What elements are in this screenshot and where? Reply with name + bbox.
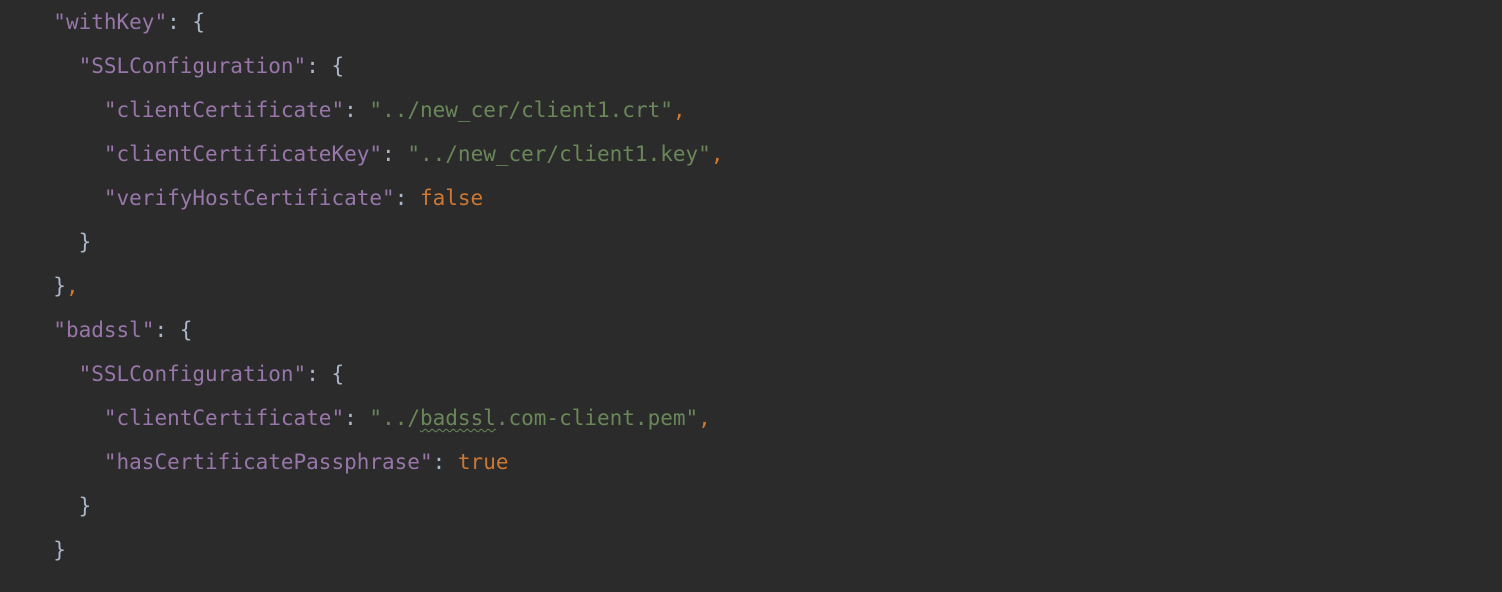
code-line: "clientCertificateKey": "../new_cer/clie…: [28, 142, 723, 166]
code-token: :: [395, 186, 420, 210]
code-token: "SSLConfiguration": [79, 362, 307, 386]
code-token-part: .com-client.pem: [496, 406, 686, 430]
code-token-text: clientCertificate: [117, 406, 332, 430]
code-token: ,: [711, 142, 724, 166]
code-token: :: [344, 406, 369, 430]
code-token: : {: [306, 362, 344, 386]
code-token-text: withKey: [66, 10, 155, 34]
code-token: :: [433, 450, 458, 474]
code-token-text: hasCertificatePassphrase: [117, 450, 420, 474]
code-token: "hasCertificatePassphrase": [104, 450, 433, 474]
code-token: "badssl": [53, 318, 154, 342]
code-token-part: ../: [382, 406, 420, 430]
code-token: false: [420, 186, 483, 210]
code-line: }: [28, 538, 66, 562]
code-token: : {: [306, 54, 344, 78]
code-line: "withKey": {: [28, 10, 205, 34]
code-token: ,: [66, 274, 79, 298]
code-token-text: SSLConfiguration: [91, 54, 293, 78]
code-line: }: [28, 494, 91, 518]
code-token: "clientCertificate": [104, 406, 344, 430]
code-token: "SSLConfiguration": [79, 54, 307, 78]
code-line: "clientCertificate": "../new_cer/client1…: [28, 98, 686, 122]
code-token-text: true: [458, 450, 509, 474]
code-line: }: [28, 230, 91, 254]
code-token-text: ../new_cer/client1.key: [420, 142, 698, 166]
code-token: : {: [167, 10, 205, 34]
code-token: ,: [698, 406, 711, 430]
code-token: }: [53, 538, 66, 562]
code-token-text: false: [420, 186, 483, 210]
code-token-text: verifyHostCertificate: [117, 186, 383, 210]
code-token: "withKey": [53, 10, 167, 34]
code-token-text: clientCertificateKey: [117, 142, 370, 166]
code-line: "verifyHostCertificate": false: [28, 186, 483, 210]
code-token: }: [79, 494, 92, 518]
code-line: "SSLConfiguration": {: [28, 362, 344, 386]
code-line: },: [28, 274, 79, 298]
code-token-text: badssl: [66, 318, 142, 342]
code-token: :: [382, 142, 407, 166]
code-token: }: [53, 274, 66, 298]
code-token: }: [79, 230, 92, 254]
code-line: "hasCertificatePassphrase": true: [28, 450, 508, 474]
code-token: "../badssl.com-client.pem": [369, 406, 698, 430]
code-line: "badssl": {: [28, 318, 192, 342]
code-token-text: ../new_cer/client1.crt: [382, 98, 660, 122]
code-token: : {: [154, 318, 192, 342]
code-token-part: badssl: [420, 406, 496, 430]
code-line: "clientCertificate": "../badssl.com-clie…: [28, 406, 711, 430]
code-token: "../new_cer/client1.key": [407, 142, 710, 166]
code-token: :: [344, 98, 369, 122]
code-token: "../new_cer/client1.crt": [369, 98, 672, 122]
code-token: "verifyHostCertificate": [104, 186, 395, 210]
code-token: "clientCertificateKey": [104, 142, 382, 166]
code-line: "SSLConfiguration": {: [28, 54, 344, 78]
code-token-text: clientCertificate: [117, 98, 332, 122]
code-token: ,: [673, 98, 686, 122]
code-editor[interactable]: "withKey": { "SSLConfiguration": { "clie…: [0, 0, 1502, 572]
code-token: "clientCertificate": [104, 98, 344, 122]
code-token-text: SSLConfiguration: [91, 362, 293, 386]
code-token: true: [458, 450, 509, 474]
